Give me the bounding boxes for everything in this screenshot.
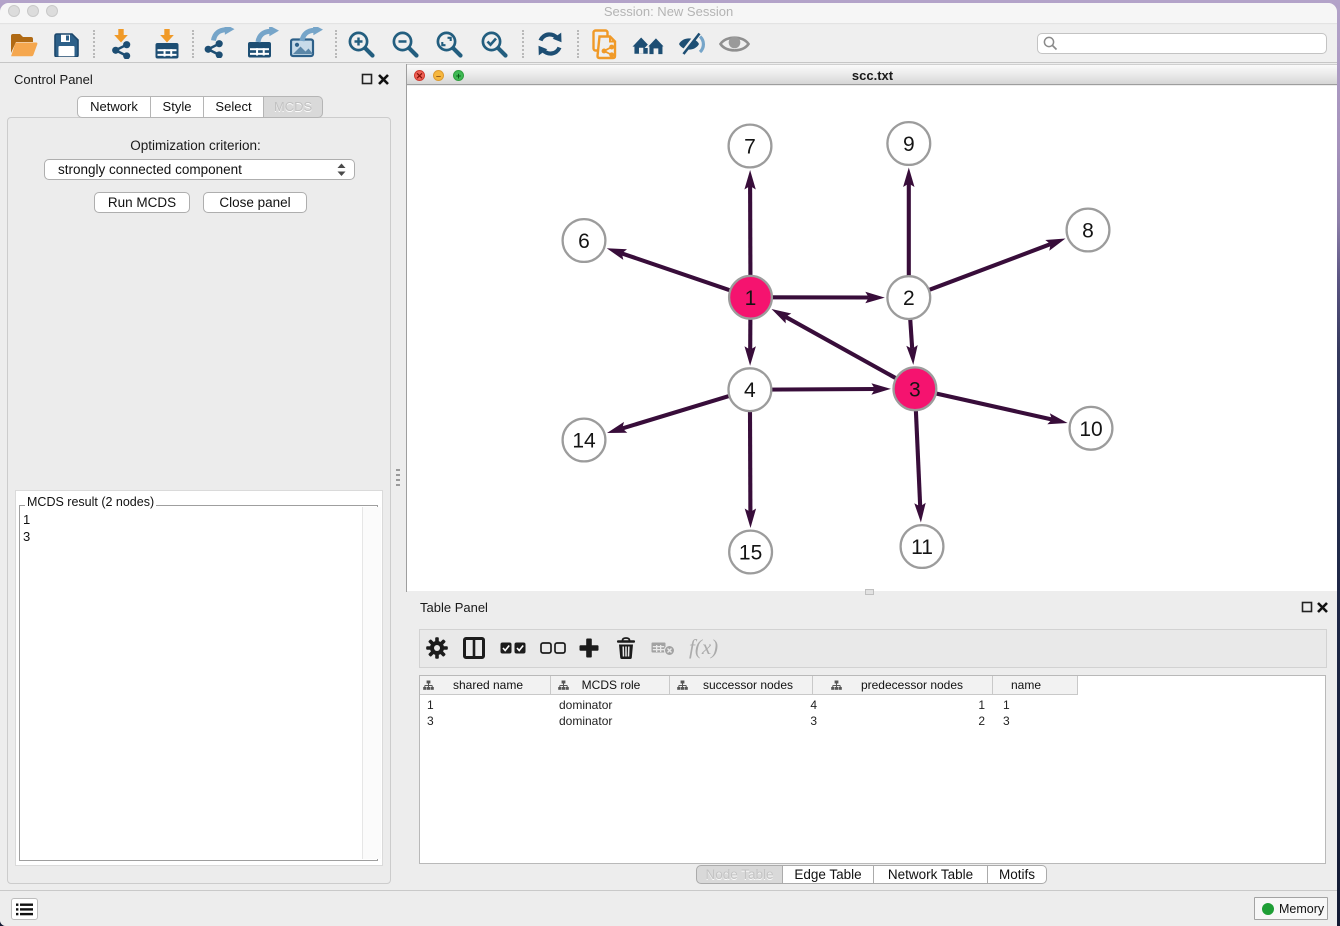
svg-text:7: 7	[744, 136, 756, 159]
svg-text:8: 8	[1082, 220, 1094, 243]
svg-text:10: 10	[1079, 418, 1102, 441]
svg-text:2: 2	[903, 287, 915, 310]
svg-text:6: 6	[578, 230, 590, 253]
svg-text:1: 1	[745, 287, 757, 310]
svg-text:9: 9	[903, 133, 915, 156]
svg-text:14: 14	[572, 430, 596, 453]
svg-text:3: 3	[909, 378, 921, 401]
svg-text:15: 15	[739, 542, 762, 565]
svg-text:4: 4	[744, 379, 756, 402]
svg-text:11: 11	[911, 536, 933, 559]
